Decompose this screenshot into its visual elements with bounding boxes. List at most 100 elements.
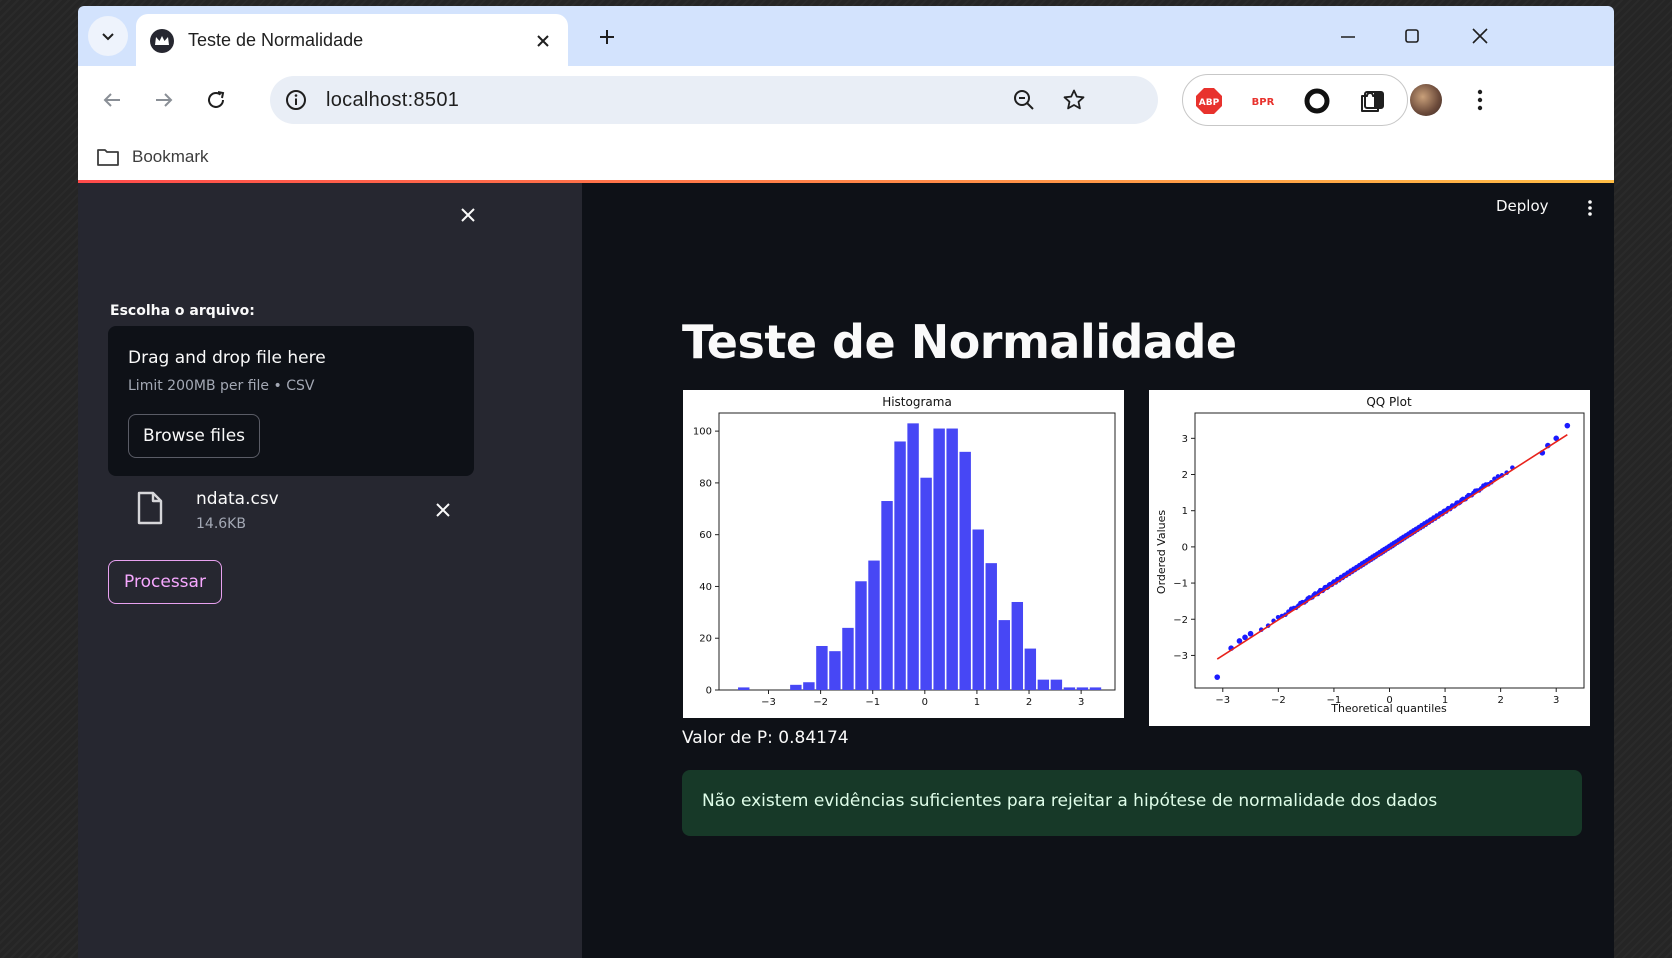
zoom-button[interactable] xyxy=(1006,82,1042,118)
y-tick-label: 0 xyxy=(706,686,712,697)
uploaded-file-name: ndata.csv xyxy=(196,489,279,509)
qq-point xyxy=(1214,674,1221,680)
chart-title: Histograma xyxy=(882,395,952,409)
abp-icon: ABP xyxy=(1196,88,1222,114)
tab-search-button[interactable] xyxy=(88,16,128,56)
qq-point xyxy=(1564,422,1571,429)
page-title: Teste de Normalidade xyxy=(682,315,1237,369)
streamlit-crown-icon xyxy=(150,29,174,53)
histogram-bar xyxy=(1024,648,1037,690)
histogram-bar xyxy=(1089,687,1102,690)
remove-file-button[interactable] xyxy=(428,495,458,525)
y-tick-label: 80 xyxy=(699,478,712,489)
close-icon xyxy=(537,35,549,47)
chart-title: QQ Plot xyxy=(1366,395,1412,409)
maximize-button[interactable] xyxy=(1382,16,1442,56)
browser-tab[interactable]: Teste de Normalidade xyxy=(136,14,568,66)
reload-icon xyxy=(208,91,225,108)
sidebar: Escolha o arquivo: Drag and drop file he… xyxy=(78,183,582,958)
zoom-out-icon xyxy=(1014,90,1034,110)
folder-icon xyxy=(97,149,119,166)
bookmark-star-button[interactable] xyxy=(1056,82,1092,118)
qq-plot-chart: QQ Plot −3 −2 −1 0 1 2 3 −3−2−10123 Theoretica… xyxy=(1149,390,1590,726)
file-dropzone[interactable]: Drag and drop file here Limit 200MB per … xyxy=(108,326,474,476)
browser-menu-button[interactable] xyxy=(1460,80,1500,120)
histogram-bar xyxy=(920,477,932,690)
histogram-bar xyxy=(738,687,750,690)
site-info-button[interactable] xyxy=(278,82,314,118)
y-tick-label: −3 xyxy=(1173,651,1188,662)
star-icon xyxy=(1063,89,1085,110)
browser-window: Teste de Normalidade localhost:8501 ABP … xyxy=(78,6,1614,958)
x-tick-label: 0 xyxy=(922,697,928,708)
new-tab-button[interactable] xyxy=(590,20,624,54)
close-window-button[interactable] xyxy=(1450,16,1510,56)
x-tick-label: −3 xyxy=(761,697,776,708)
sidebar-close-button[interactable] xyxy=(452,199,484,231)
reload-button[interactable] xyxy=(196,80,236,120)
alert-message: Não existem evidências suficientes para … xyxy=(702,791,1438,811)
x-tick-label: 3 xyxy=(1078,697,1084,708)
success-alert: Não existem evidências suficientes para … xyxy=(682,770,1582,836)
bpr-icon: BPR xyxy=(1252,97,1275,108)
dropzone-title: Drag and drop file here xyxy=(128,348,326,368)
circle-extension[interactable] xyxy=(1299,83,1335,119)
url-text: localhost:8501 xyxy=(326,89,460,111)
y-tick-label: 100 xyxy=(693,427,712,438)
close-icon xyxy=(1472,28,1488,44)
process-button[interactable]: Processar xyxy=(108,560,222,604)
bookmark-folder[interactable]: Bookmark xyxy=(96,142,209,172)
more-vertical-icon xyxy=(1588,200,1592,216)
deploy-button[interactable]: Deploy xyxy=(1496,197,1549,215)
histogram-bar xyxy=(998,620,1010,690)
x-tick-label: −2 xyxy=(1271,695,1286,706)
chevron-down-icon xyxy=(102,33,114,41)
tab-close-button[interactable] xyxy=(528,26,558,56)
info-icon xyxy=(286,90,306,110)
forward-button[interactable] xyxy=(144,80,184,120)
histogram-bar xyxy=(1050,679,1063,690)
histogram-bar xyxy=(933,428,945,690)
minimize-icon xyxy=(1341,36,1355,38)
maximize-icon xyxy=(1405,29,1419,43)
histogram-bar xyxy=(829,651,841,690)
y-tick-label: 60 xyxy=(699,530,712,541)
file-icon xyxy=(137,491,163,525)
x-tick-label: 1 xyxy=(974,697,980,708)
abp-extension[interactable]: ABP xyxy=(1191,83,1227,119)
avatar xyxy=(1410,84,1442,116)
histogram-bar xyxy=(1011,601,1024,690)
histogram-bar xyxy=(1076,687,1089,690)
browse-files-button[interactable]: Browse files xyxy=(128,414,260,458)
histogram-bar xyxy=(842,627,854,690)
back-button[interactable] xyxy=(92,80,132,120)
histogram-bar xyxy=(946,428,958,690)
abp-icon-label: ABP xyxy=(1199,98,1220,108)
browser-toolbar: localhost:8501 ABP BPR xyxy=(78,66,1614,134)
y-tick-label: −1 xyxy=(1173,579,1188,590)
profile-button[interactable] xyxy=(1406,80,1446,120)
histogram-bar xyxy=(985,563,997,690)
plot-frame xyxy=(1194,412,1585,689)
x-tick-label: 2 xyxy=(1026,697,1032,708)
side-panel-button[interactable] xyxy=(1354,80,1394,120)
x-tick-label: 2 xyxy=(1497,695,1503,706)
bpr-extension[interactable]: BPR xyxy=(1245,83,1281,119)
y-tick-label: 1 xyxy=(1182,506,1188,517)
y-tick-label: 20 xyxy=(699,634,712,645)
x-tick-label: −2 xyxy=(813,697,828,708)
histogram-bar xyxy=(868,560,880,690)
histogram-bar xyxy=(855,581,867,690)
minimize-button[interactable] xyxy=(1318,16,1378,56)
p-value-text: Valor de P: 0.84174 xyxy=(682,728,849,748)
more-vertical-icon xyxy=(1477,89,1483,111)
histogram-bar xyxy=(959,451,971,690)
app-menu-button[interactable] xyxy=(1578,193,1602,223)
histogram-bar xyxy=(816,645,828,690)
circle-extension-icon xyxy=(1304,88,1330,114)
histogram-bar xyxy=(894,441,906,690)
histogram-bar xyxy=(803,682,815,690)
x-tick-label: −1 xyxy=(865,697,880,708)
address-bar[interactable]: localhost:8501 xyxy=(270,76,1158,124)
y-tick-label: 2 xyxy=(1182,470,1188,481)
